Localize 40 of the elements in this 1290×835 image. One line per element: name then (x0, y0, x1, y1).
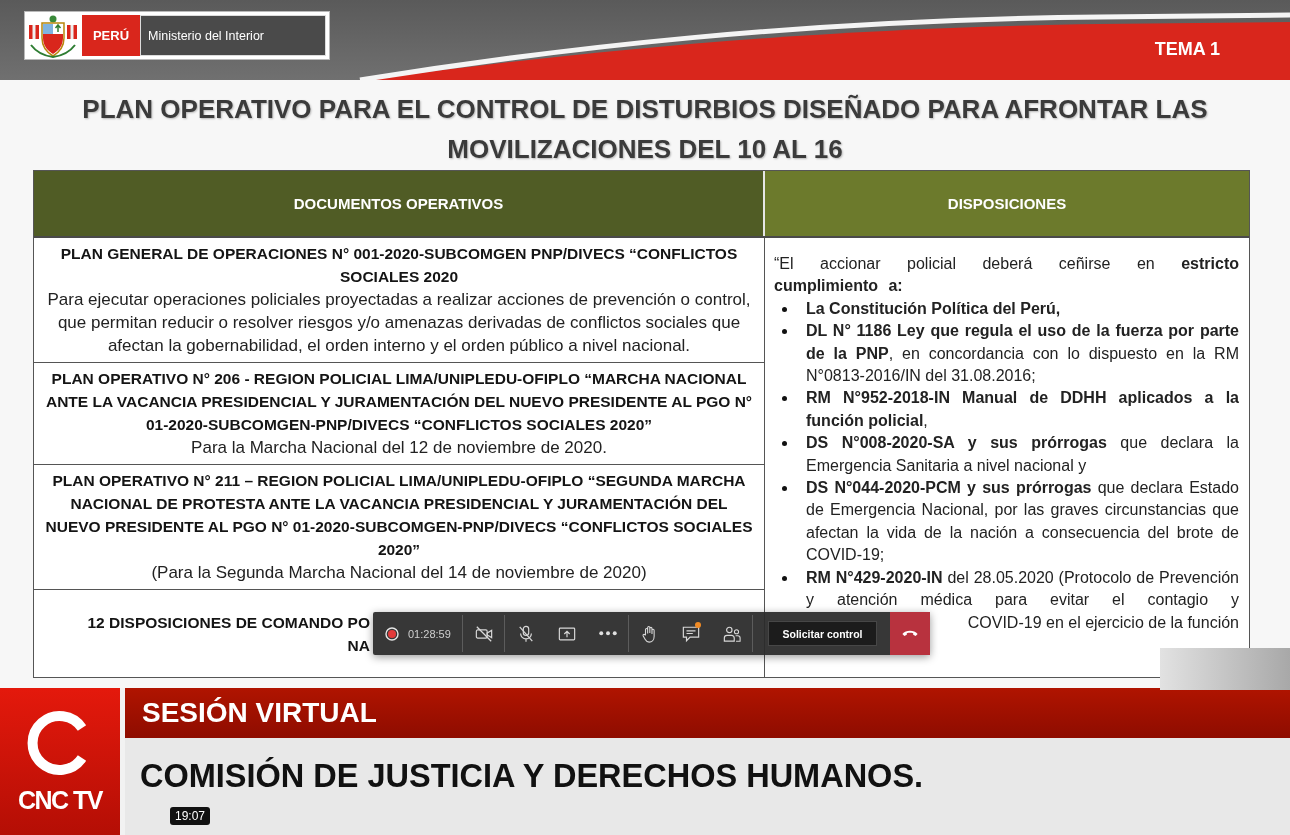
call-timer: 01:28:59 (408, 627, 451, 640)
document-title: PLAN OPERATIVO N° 206 - REGION POLICIAL LIMA/UNIPLEDU-OFIPLO “MARCHA NACIONAL ANTE LA VACANCIA PRESIDENCIAL Y JURAMENTACIÓN DEL NUEVO PRESIDENTE AL PGO N° 01-2020-SUBCOMGEN-PNP/DIVECS “CONFLICTOS SOCIALES 2020” (44, 369, 754, 435)
headline-text: COMISIÓN DE JUSTICIA Y DERECHOS HUMANOS. (140, 758, 924, 794)
document-title-fragment: NA (347, 635, 370, 656)
document-title: PLAN GENERAL DE OPERACIONES N° 001-2020-SUBCOMGEN PNP/DIVECS “CONFLICTOS SOCIALES 2020 (59, 244, 739, 287)
bullet-icon (782, 486, 787, 492)
notification-dot-icon (695, 622, 701, 628)
bullet-icon (782, 441, 787, 447)
provision-text: DS N°044-2020-PCM y sus prórrogas que declara Estado de Emergencia Nacional, por las graves circunstancias que afectan la vida de la nación a consecuencia del brote de COVID-19; (806, 478, 1239, 566)
ministry-label: Ministerio del Interior (140, 15, 326, 56)
channel-name: CNC TV (17, 786, 103, 815)
camera-off-icon (474, 624, 493, 643)
bullet-icon (782, 396, 787, 402)
microphone-off-icon (516, 624, 535, 643)
document-description: Para ejecutar operaciones policiales proyectadas a realizar acciones de prevención o control, que permitan reducir o resolver riesgos y/o amenazas derivadas de conflictos sociales que afectan la gobernabilidad, el orden interno y el orden público a nivel nacional. (46, 289, 752, 357)
provisions-intro: “El accionar policial deberá ceñirse en estricto cumplimiento a: (774, 254, 1239, 297)
column-header: DOCUMENTOS OPERATIVOS (34, 171, 765, 236)
people-icon (722, 624, 741, 643)
document-title: PLAN OPERATIVO N° 211 – REGION POLICIAL LIMA/UNIPLEDU-OFIPLO “SEGUNDA MARCHA NACIONAL DE PROTESTA ANTE LA VACANCIA PRESIDENCIAL Y JURAMENTACIÓN DEL NUEVO PRESIDENTE AL PGO N° 01-2020-SUBCOMGEN-PNP/DIVECS “CONFLICTOS SOCIALES 2020” (44, 471, 754, 560)
bullet-icon (782, 306, 787, 312)
column-header: DISPOSICIONES (765, 171, 1249, 236)
program-label: SESIÓN VIRTUAL (142, 697, 377, 729)
hang-up-button[interactable] (890, 612, 930, 655)
more-icon (598, 631, 617, 636)
provision-text: RM N°429-2020-IN del 28.05.2020 (Protocolo de Prevención y atención médica para evitar el contagio y (806, 567, 1239, 611)
provision-text: La Constitución Política del Perú, (806, 298, 1062, 319)
timestamp-badge: 19:07 (170, 807, 211, 825)
bullet-icon (782, 575, 787, 581)
chat-icon (681, 624, 700, 643)
provision-text: DL N° 1186 Ley que regula el uso de la fuerza por parte de la PNP, en concordancia con lo dispuesto en la RM N°0813-2016/IN del 31.08.2016; (806, 321, 1239, 387)
request-control-button[interactable]: Solicitar control (768, 621, 877, 646)
bullet-icon (782, 329, 787, 335)
slide-title: PLAN OPERATIVO PARA EL CONTROL DE DISTURBIOS DISEÑADO PARA AFRONTAR LAS MOVILIZACIONES DEL 10 AL 16 (81, 93, 1209, 166)
document-title-fragment: 12 DISPOSICIONES DE COMANDO PO (87, 612, 370, 633)
topic-label: TEMA 1 (1154, 38, 1220, 60)
provision-text-fragment: COVID-19 en el ejercicio de la función (967, 612, 1239, 633)
document-description: (Para la Segunda Marcha Nacional del 14 de noviembre de 2020) (150, 562, 648, 584)
country-label: PERÚ (82, 15, 140, 56)
document-description: Para la Marcha Nacional del 12 de noviembre de 2020. (190, 437, 608, 459)
phone-icon (902, 630, 918, 637)
